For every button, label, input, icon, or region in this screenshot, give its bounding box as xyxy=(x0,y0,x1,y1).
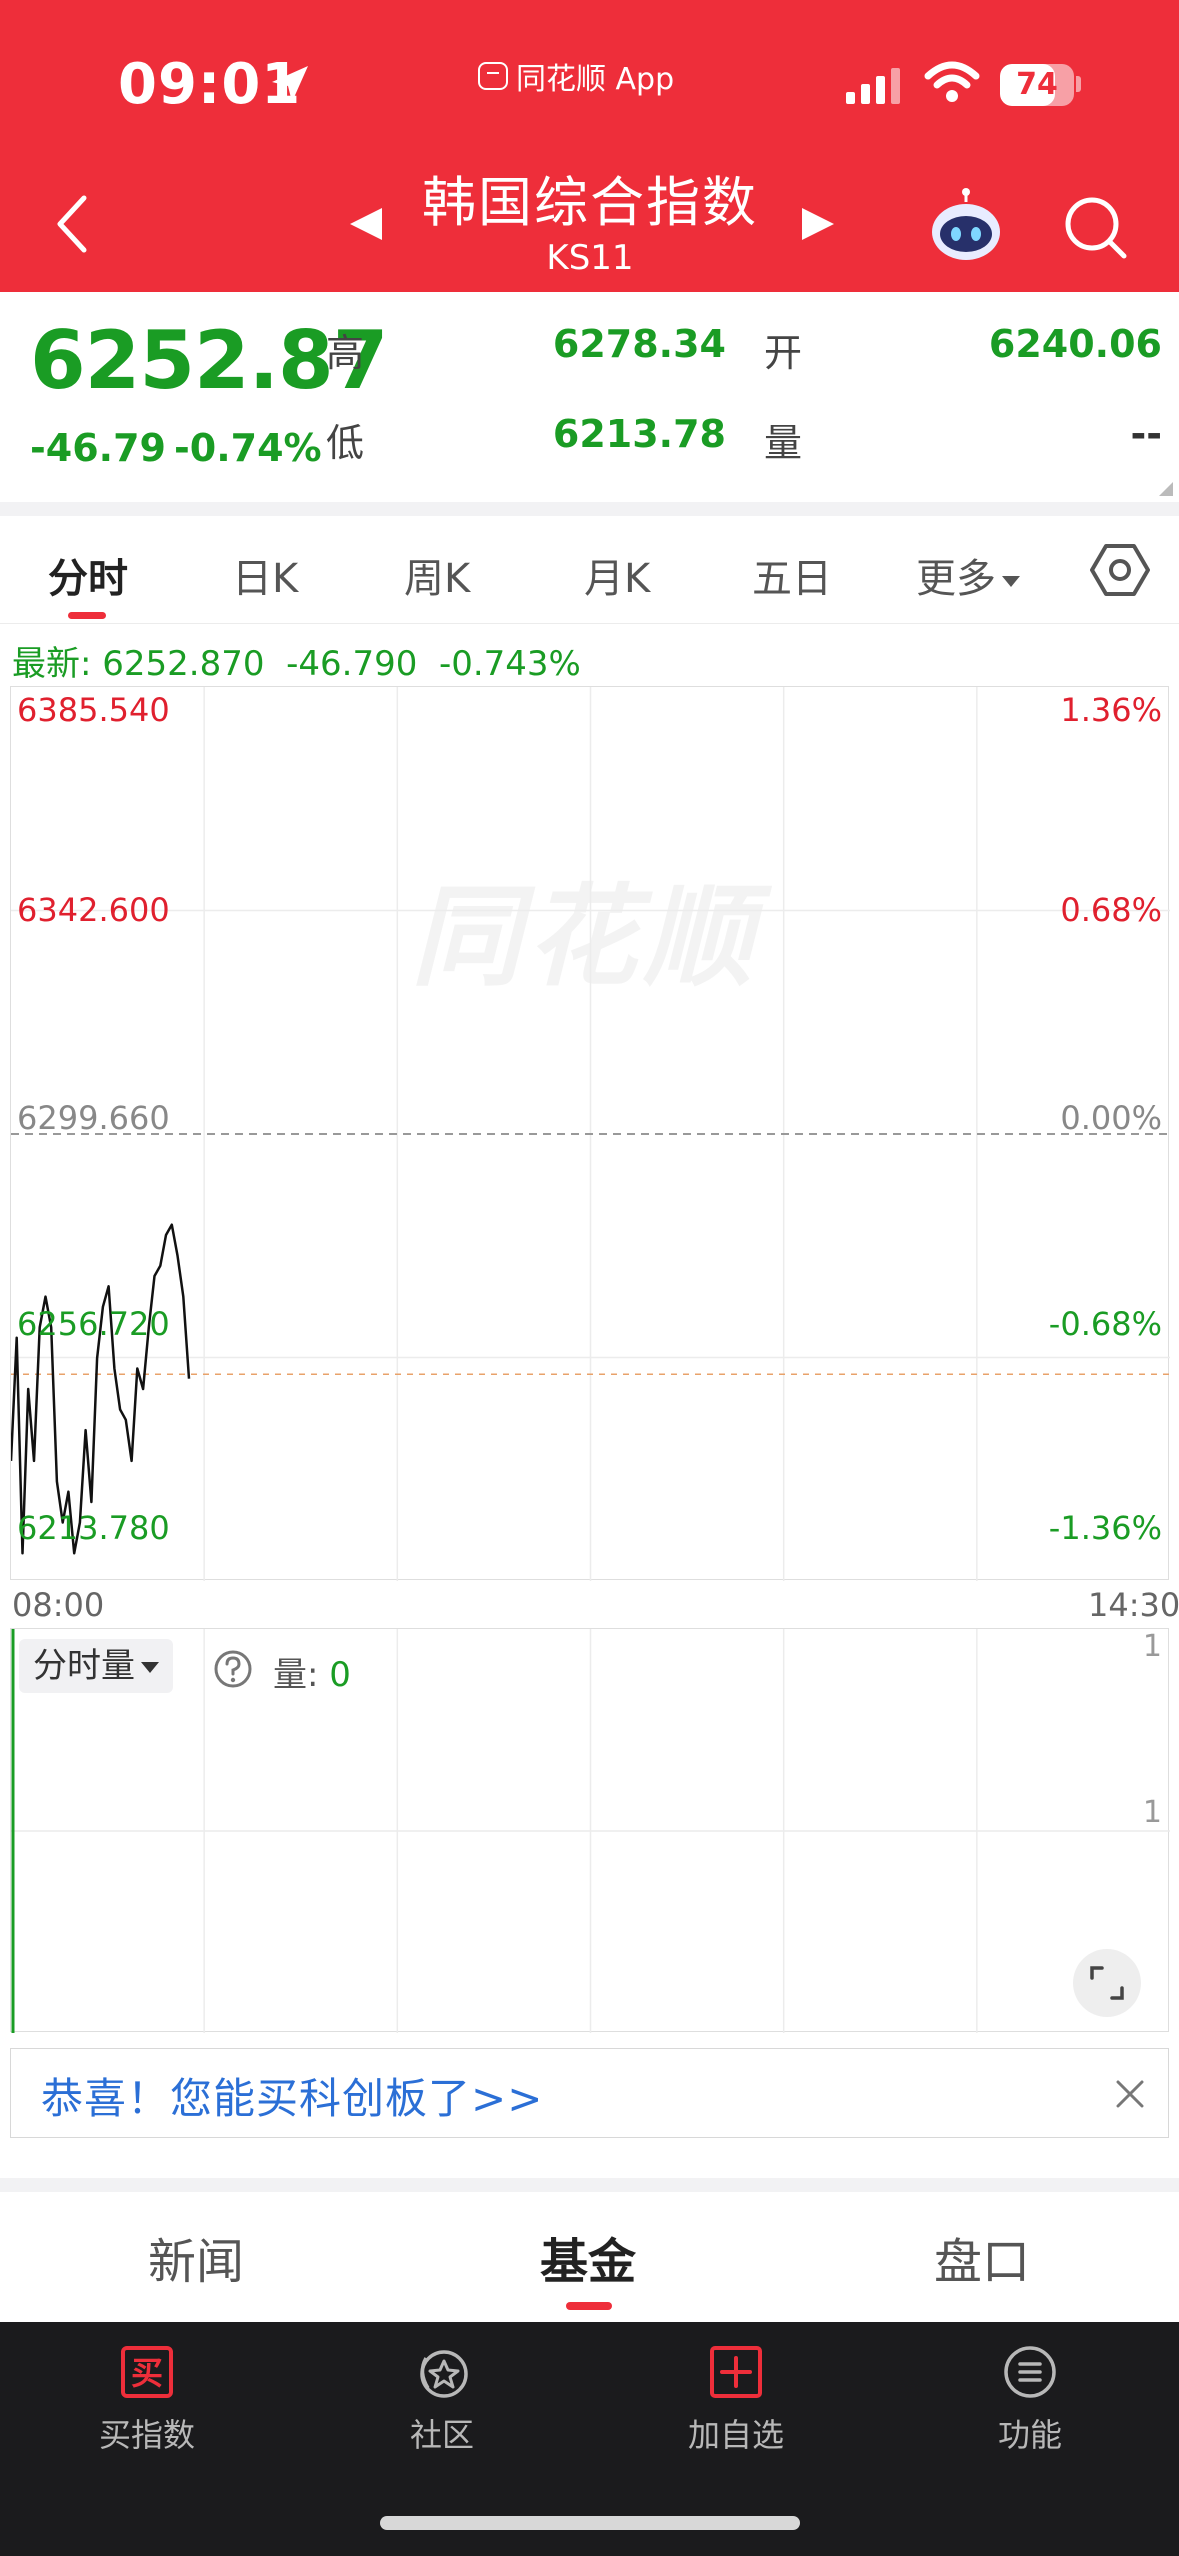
buy-icon: 买 xyxy=(121,2346,173,2398)
volume-readout: 量: 0 xyxy=(273,1647,351,1696)
index-code: KS11 xyxy=(546,238,634,278)
close-icon[interactable] xyxy=(1113,2077,1147,2111)
volume-tick-mid: 1 xyxy=(1142,1795,1162,1830)
caret-down-icon xyxy=(1002,575,1020,587)
y-tick-right-2: 0.00% xyxy=(1060,1099,1162,1137)
tabbar-add-watchlist-label: 加自选 xyxy=(687,2416,784,2454)
wifi-icon xyxy=(924,61,980,102)
price-change: -46.79 xyxy=(30,426,166,470)
volume-chart[interactable]: 分时量 量: 0 1 1 xyxy=(10,1628,1170,2033)
y-tick-right-0: 1.36% xyxy=(1060,691,1162,729)
price-line xyxy=(11,1223,191,1555)
tab-intraday[interactable]: 分时 xyxy=(48,546,128,604)
volume-chart-plot xyxy=(11,1629,1170,2033)
open-value: 6240.06 xyxy=(988,322,1162,366)
y-tick-right-1: 0.68% xyxy=(1060,891,1162,929)
robot-assistant-icon[interactable] xyxy=(926,186,1006,266)
index-title: 韩国综合指数 xyxy=(422,171,758,234)
tab-more[interactable]: 更多 xyxy=(916,546,1020,604)
tab-order-book[interactable]: 盘口 xyxy=(934,2222,1030,2292)
quote-panel: 6252.87 -46.79 -0.74% 高 6278.34 低 6213.7… xyxy=(0,292,1179,502)
y-tick-right-3: -0.68% xyxy=(1048,1305,1162,1343)
tab-weekly-k[interactable]: 周K xyxy=(404,546,470,604)
volume-tick-top: 1 xyxy=(1142,1629,1162,1664)
tabbar-community-label: 社区 xyxy=(409,2416,474,2454)
battery-cap xyxy=(1076,76,1081,92)
community-icon xyxy=(420,2350,468,2398)
app-header: 09:01 同花顺 App 74 韩国综合指数 KS11 xyxy=(0,0,1179,292)
y-tick-right-4: -1.36% xyxy=(1048,1509,1162,1547)
low-label: 低 xyxy=(326,421,365,465)
tab-funds[interactable]: 基金 xyxy=(540,2222,636,2292)
bottom-tab-bar: 买 买指数 社区 加自选 功能 xyxy=(0,2322,1179,2556)
next-index-arrow-icon[interactable] xyxy=(798,204,838,244)
tab-daily-k[interactable]: 日K xyxy=(232,546,298,604)
tabbar-buy-index-label: 买指数 xyxy=(98,2416,195,2454)
price-change-percent: -0.74% xyxy=(174,426,322,470)
volume-value: -- xyxy=(1130,412,1162,456)
expand-corner-icon[interactable] xyxy=(1159,482,1173,496)
volume-readout-value: 0 xyxy=(329,1655,351,1695)
menu-icon xyxy=(1004,2346,1056,2398)
volume-indicator-select[interactable]: 分时量 xyxy=(19,1639,173,1693)
battery-level: 74 xyxy=(1016,67,1058,102)
tabbar-functions[interactable]: 功能 xyxy=(940,2344,1120,2456)
add-watchlist-icon xyxy=(710,2346,762,2398)
section-divider-2 xyxy=(0,2178,1179,2192)
chart-period-tabs: 分时 日K 周K 月K 五日 更多 xyxy=(0,516,1179,624)
tabbar-community[interactable]: 社区 xyxy=(352,2344,532,2456)
tab-monthly-k[interactable]: 月K xyxy=(584,546,650,604)
promo-text[interactable]: 恭喜！您能买科创板了>> xyxy=(41,2065,543,2126)
battery-icon: 74 xyxy=(1000,64,1074,106)
volume-indicator-label: 分时量 xyxy=(33,1646,135,1686)
latest-quote-line: 最新: 6252.870 -46.790 -0.743% xyxy=(12,644,581,684)
y-tick-left-2: 6299.660 xyxy=(17,1099,170,1137)
help-icon[interactable] xyxy=(213,1649,253,1689)
intraday-chart[interactable]: 同花顺 6385.540 6342.600 6299.660 6256.720 … xyxy=(10,686,1170,1581)
y-tick-left-4: 6213.780 xyxy=(17,1509,170,1547)
prev-index-arrow-icon[interactable] xyxy=(346,204,386,244)
tab-more-label: 更多 xyxy=(916,556,996,602)
fullscreen-expand-icon[interactable] xyxy=(1072,1948,1142,2018)
app-origin-tag[interactable]: 同花顺 App xyxy=(478,56,675,97)
chart-settings-icon[interactable] xyxy=(1090,540,1150,600)
back-chevron-icon[interactable] xyxy=(52,192,92,256)
volume-label: 量 xyxy=(764,421,803,465)
high-value: 6278.34 xyxy=(552,322,726,366)
low-value: 6213.78 xyxy=(552,412,726,456)
location-arrow-icon xyxy=(272,66,308,102)
y-tick-left-3: 6256.720 xyxy=(17,1305,170,1343)
active-section-indicator xyxy=(566,2302,612,2310)
promo-banner[interactable]: 恭喜！您能买科创板了>> xyxy=(10,2048,1169,2138)
cellular-signal-icon xyxy=(846,64,900,104)
tab-news[interactable]: 新闻 xyxy=(148,2222,244,2292)
tabbar-add-watchlist[interactable]: 加自选 xyxy=(646,2344,826,2456)
volume-readout-label: 量: xyxy=(273,1655,330,1695)
open-label: 开 xyxy=(764,331,803,375)
home-indicator xyxy=(380,2516,800,2530)
high-label: 高 xyxy=(326,331,365,375)
caret-down-icon xyxy=(141,1662,159,1673)
tabbar-functions-label: 功能 xyxy=(997,2416,1062,2454)
app-name: 同花顺 App xyxy=(516,62,675,97)
active-tab-indicator xyxy=(68,612,106,619)
tabbar-buy-index[interactable]: 买 买指数 xyxy=(57,2344,237,2456)
app-logo-icon xyxy=(478,62,508,90)
x-tick-start: 08:00 xyxy=(12,1586,105,1624)
search-icon[interactable] xyxy=(1062,194,1128,260)
y-tick-left-1: 6342.600 xyxy=(17,891,170,929)
y-tick-left-0: 6385.540 xyxy=(17,691,170,729)
section-divider xyxy=(0,502,1179,516)
svg-text:买: 买 xyxy=(131,2354,163,2392)
tab-five-day[interactable]: 五日 xyxy=(752,546,832,604)
x-tick-end: 14:30 xyxy=(1088,1586,1179,1624)
intraday-chart-plot xyxy=(11,687,1170,1581)
